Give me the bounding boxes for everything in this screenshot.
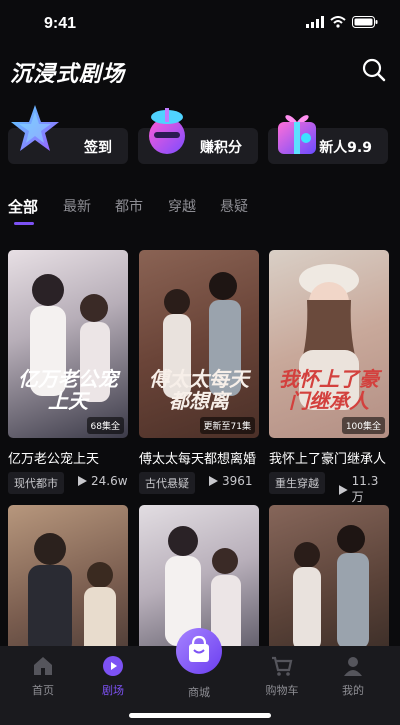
tab-profile-label: 我的: [342, 684, 364, 697]
category-tabs: 全部 最新 都市 穿越 悬疑: [0, 196, 400, 230]
poster-image[interactable]: 傅太太每天都想离 更新至71集: [139, 250, 259, 438]
episode-badge: 100集全: [341, 417, 385, 434]
status-icons: [306, 16, 378, 28]
tab-mall-label: 商城: [188, 686, 210, 699]
header: 沉浸式剧场: [0, 50, 400, 90]
poster-image[interactable]: 我怀上了豪门继承人 100集全: [269, 250, 389, 438]
tab-all[interactable]: 全部: [8, 196, 38, 217]
status-bar: 9:41: [0, 0, 400, 44]
tab-home-label: 首页: [32, 684, 54, 697]
episode-badge: 68集全: [86, 417, 124, 434]
view-count-value: 24.6w: [91, 474, 128, 488]
home-icon: [34, 657, 52, 675]
view-count: 24.6w: [78, 474, 128, 488]
tab-mall[interactable]: 商城: [169, 684, 229, 700]
episode-badge: 更新至71集: [199, 417, 255, 434]
tab-cart[interactable]: 购物车: [252, 654, 312, 698]
signal-icon: [306, 16, 324, 28]
earn-points-label: 赚积分: [200, 140, 242, 156]
genre-tag[interactable]: 重生穿越: [269, 472, 325, 494]
drama-title[interactable]: 我怀上了豪门继承人: [269, 448, 400, 467]
search-button[interactable]: [360, 56, 388, 84]
tab-home[interactable]: 首页: [13, 654, 73, 698]
present-icon: [278, 115, 316, 154]
genre-tag[interactable]: 现代都市: [8, 472, 64, 494]
page-title: 沉浸式剧场: [10, 62, 126, 87]
user-icon: [344, 657, 362, 676]
genre-tag[interactable]: 古代悬疑: [139, 472, 195, 494]
quick-actions: 签到 赚积分 新人9.9: [0, 102, 400, 168]
play-icon: [78, 476, 87, 486]
view-count: 3961: [209, 474, 253, 488]
play-icon: [209, 476, 218, 486]
drama-title[interactable]: 亿万老公宠上天: [8, 448, 148, 467]
tab-theater-label: 剧场: [102, 684, 124, 697]
status-time: 9:41: [44, 15, 77, 32]
poster-image[interactable]: 亿万老公宠上天 68集全: [8, 250, 128, 438]
poster-title: 亿万老公宠上天: [18, 367, 118, 413]
battery-icon: [352, 16, 378, 28]
tab-theater[interactable]: 剧场: [83, 654, 143, 698]
view-count-value: 3961: [222, 474, 253, 488]
tab-profile[interactable]: 我的: [323, 654, 383, 698]
poster-title: 我怀上了豪门继承人: [279, 367, 379, 413]
search-icon: [362, 58, 386, 82]
play-icon: [339, 484, 348, 495]
tab-suspense[interactable]: 悬疑: [220, 196, 248, 216]
tab-time-travel[interactable]: 穿越: [168, 196, 196, 216]
mall-button[interactable]: [176, 628, 222, 674]
checkin-label: 签到: [84, 140, 112, 156]
newcomer-offer-label: 新人9.9: [319, 140, 372, 156]
view-count: 11.3万: [339, 474, 389, 505]
shopping-bag-icon: [189, 635, 209, 662]
tab-urban[interactable]: 都市: [115, 196, 143, 216]
view-count-value: 11.3万: [351, 474, 379, 504]
home-indicator: [129, 713, 271, 718]
gift-box-icon: [149, 108, 185, 154]
tab-cart-label: 购物车: [265, 684, 299, 697]
drama-title[interactable]: 傅太太每天都想离婚: [139, 448, 279, 467]
star-icon: [11, 105, 59, 151]
poster-title: 傅太太每天都想离: [149, 367, 249, 413]
wifi-icon: [330, 16, 346, 28]
theater-play-icon: [103, 656, 123, 676]
active-tab-indicator: [14, 222, 34, 225]
cart-icon: [272, 656, 293, 676]
tab-latest[interactable]: 最新: [63, 196, 91, 216]
